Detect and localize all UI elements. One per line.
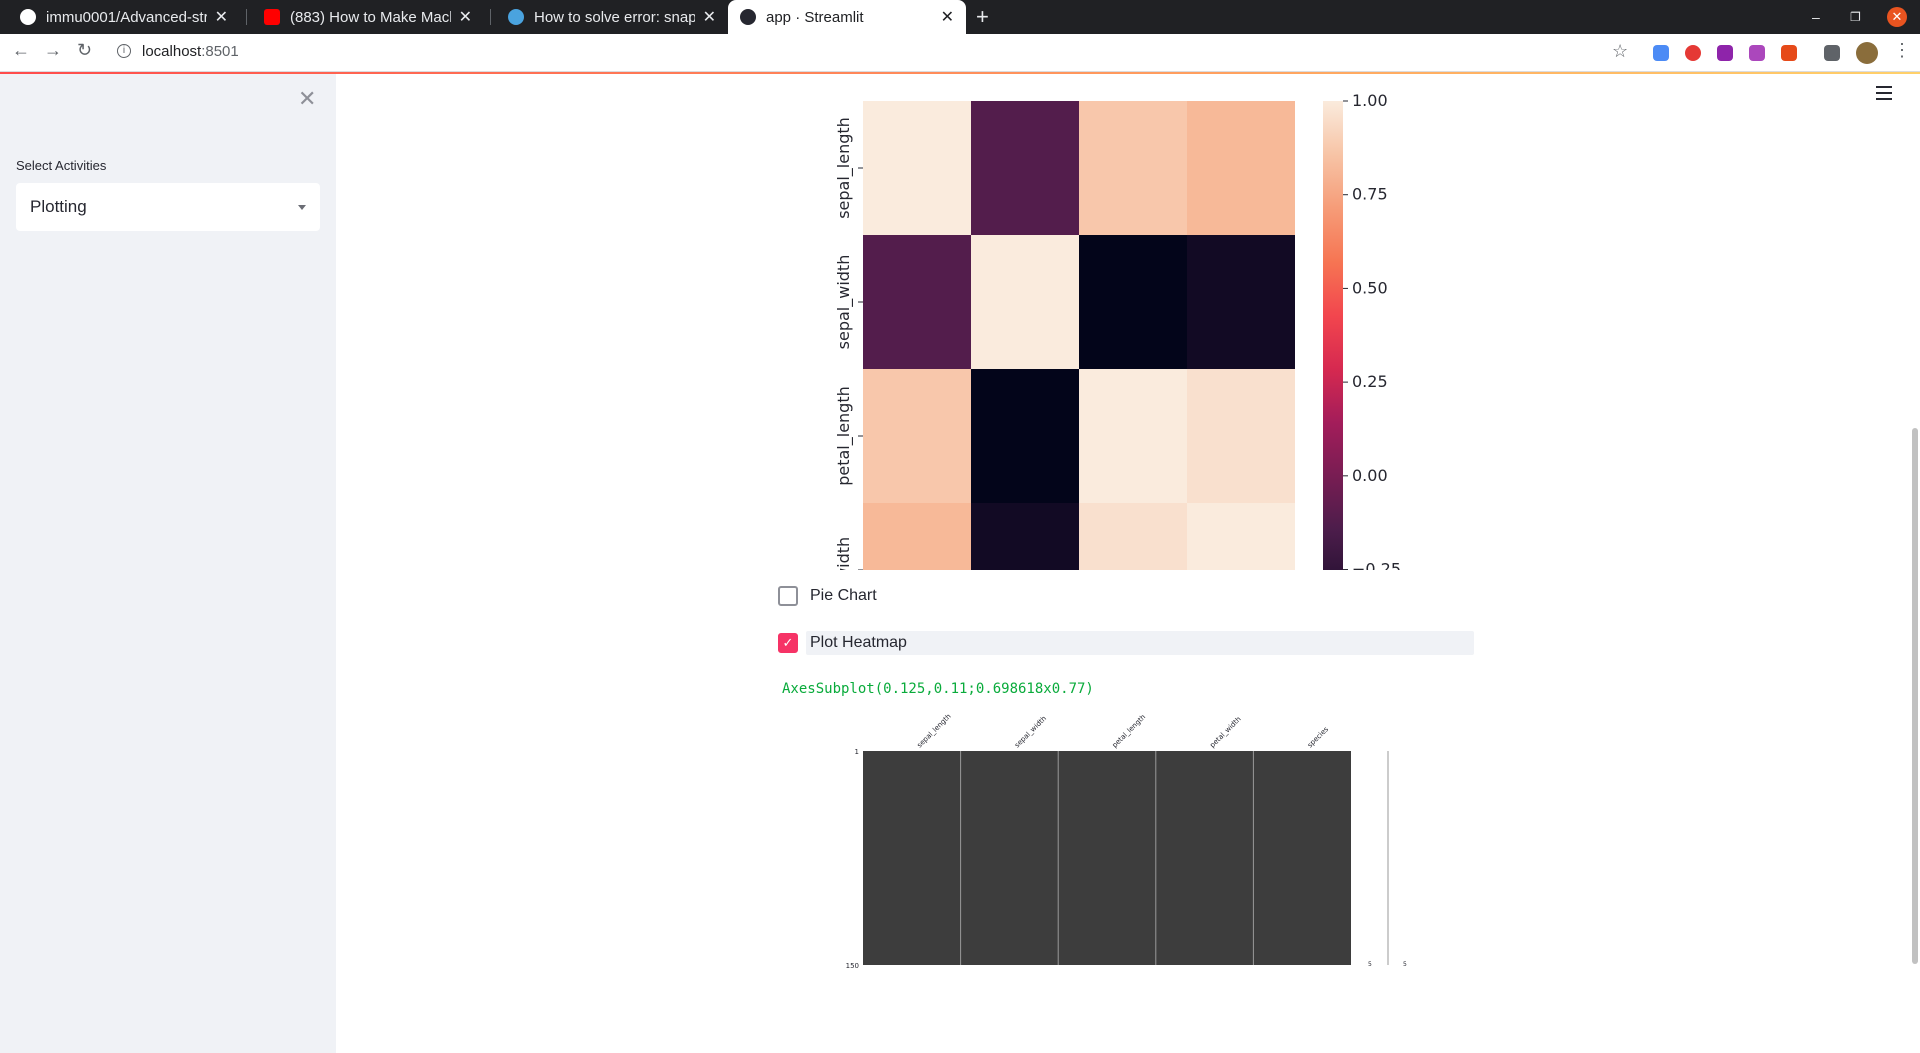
forward-icon[interactable]: → [44, 40, 62, 61]
new-tab-button[interactable]: + [976, 4, 989, 30]
close-icon[interactable]: ✕ [215, 7, 228, 27]
y-tick-label: al_width [834, 537, 854, 570]
window-close-icon[interactable]: ✕ [1887, 7, 1907, 27]
sparkline-label: 5 [1403, 961, 1407, 968]
column-label: petal_length [1111, 713, 1147, 749]
activities-select[interactable]: Plotting [16, 183, 320, 231]
extension-icon[interactable] [1749, 45, 1765, 61]
extension-icon[interactable] [1685, 45, 1701, 61]
y-tick-label: 1 [855, 748, 859, 756]
browser-tab[interactable]: How to solve error: snap ✕ [496, 0, 728, 34]
media-queue-icon[interactable] [1824, 45, 1840, 61]
extension-icon[interactable] [1781, 45, 1797, 61]
browser-toolbar: ← → ↻ i localhost:8501 ☆ ⋮ [0, 34, 1920, 72]
more-menu-icon[interactable]: ⋮ [1893, 40, 1911, 61]
github-icon [20, 9, 36, 25]
colorbar-tick-label: −0.25 [1352, 560, 1401, 570]
y-tick-label: sepal_length [834, 117, 854, 219]
heatmap-cell [1079, 503, 1187, 570]
sidebar: ✕ Select Activities Plotting [0, 74, 336, 1053]
select-label: Select Activities [16, 158, 107, 173]
browser-tab[interactable]: immu0001/Advanced-stre ✕ [8, 0, 240, 34]
heatmap-cell [1187, 101, 1295, 235]
browser-tab-active[interactable]: app · Streamlit ✕ [728, 0, 966, 34]
tab-separator [246, 9, 247, 25]
chevron-down-icon [298, 204, 306, 210]
info-icon[interactable]: i [117, 44, 131, 58]
menu-icon[interactable] [1876, 86, 1892, 104]
tab-title: (883) How to Make Machin [290, 8, 451, 26]
checkbox-box[interactable] [778, 586, 798, 606]
missing-values-heatmap: sepal_length sepal_width petal_length petal… [846, 712, 1407, 970]
y-tick-label: sepal_width [834, 255, 854, 350]
colorbar-tick-label: 1.00 [1352, 91, 1388, 110]
colorbar [1323, 101, 1343, 570]
heatmap-cell [971, 235, 1079, 369]
code-output: AxesSubplot(0.125,0.11;0.698618x0.77) [782, 681, 1094, 697]
site-icon [508, 9, 524, 25]
tab-title: app · Streamlit [766, 8, 864, 26]
close-icon[interactable]: ✕ [298, 86, 316, 112]
minimize-icon[interactable]: – [1812, 0, 1820, 34]
heatmap-cell [1187, 235, 1295, 369]
colorbar-tick-label: 0.25 [1352, 372, 1388, 391]
heatmap-cell [1079, 235, 1187, 369]
y-tick-label: petal_length [834, 386, 854, 486]
youtube-icon [264, 9, 280, 25]
browser-tab[interactable]: (883) How to Make Machin ✕ [252, 0, 484, 34]
heatmap-cell [863, 369, 971, 503]
streamlit-icon [740, 9, 756, 25]
scrollbar[interactable] [1912, 428, 1918, 964]
y-tick-label: 150 [846, 962, 859, 970]
heatmap-cell [971, 369, 1079, 503]
tab-separator [490, 9, 491, 25]
checkbox-label: Pie Chart [810, 587, 877, 604]
column-label: sepal_width [1013, 714, 1048, 749]
checkbox-label: Plot Heatmap [810, 634, 907, 651]
pie-chart-checkbox[interactable]: Pie Chart [778, 584, 877, 608]
column-label: sepal_length [916, 712, 953, 749]
colorbar-tick-label: 0.75 [1352, 185, 1388, 204]
heatmap-cell [971, 503, 1079, 570]
colorbar-tick-label: 0.50 [1352, 278, 1388, 297]
browser-tab-bar: immu0001/Advanced-stre ✕ (883) How to Ma… [0, 0, 1920, 34]
colorbar-tick-label: 0.00 [1352, 466, 1388, 485]
close-icon[interactable]: ✕ [459, 7, 472, 27]
close-icon[interactable]: ✕ [941, 7, 954, 27]
url-port: :8501 [201, 43, 239, 60]
heatmap-cell [1187, 503, 1295, 570]
bookmark-star-icon[interactable]: ☆ [1612, 41, 1628, 62]
extension-icon[interactable] [1653, 45, 1669, 61]
url-host: localhost [142, 43, 202, 60]
address-bar[interactable]: localhost:8501 [142, 43, 239, 60]
column-label: species [1306, 725, 1330, 749]
tab-title: How to solve error: snap [534, 8, 695, 26]
heatmap-cell [1079, 369, 1187, 503]
heatmap-cell [863, 503, 971, 570]
avatar[interactable] [1856, 42, 1878, 64]
close-icon[interactable]: ✕ [703, 7, 716, 27]
reload-icon[interactable]: ↻ [77, 40, 92, 61]
correlation-heatmap: sepal_length sepal_width petal_length al_wi… [834, 91, 1401, 570]
heatmap-cell [971, 101, 1079, 235]
heatmap-cell [863, 235, 971, 369]
heatmap-cell [1187, 369, 1295, 503]
heatmap-body [863, 751, 1351, 965]
sparkline-label: 5 [1368, 961, 1372, 968]
select-value: Plotting [30, 197, 87, 216]
heatmap-cell [1079, 101, 1187, 235]
column-label: petal_width [1208, 715, 1242, 749]
extension-icon[interactable] [1717, 45, 1733, 61]
back-icon[interactable]: ← [12, 40, 30, 61]
plot-heatmap-checkbox[interactable]: ✓ Plot Heatmap [778, 631, 907, 655]
checkbox-box[interactable]: ✓ [778, 633, 798, 653]
heatmap-cell [863, 101, 971, 235]
tab-title: immu0001/Advanced-stre [46, 8, 207, 26]
restore-icon[interactable]: ❐ [1850, 0, 1861, 34]
